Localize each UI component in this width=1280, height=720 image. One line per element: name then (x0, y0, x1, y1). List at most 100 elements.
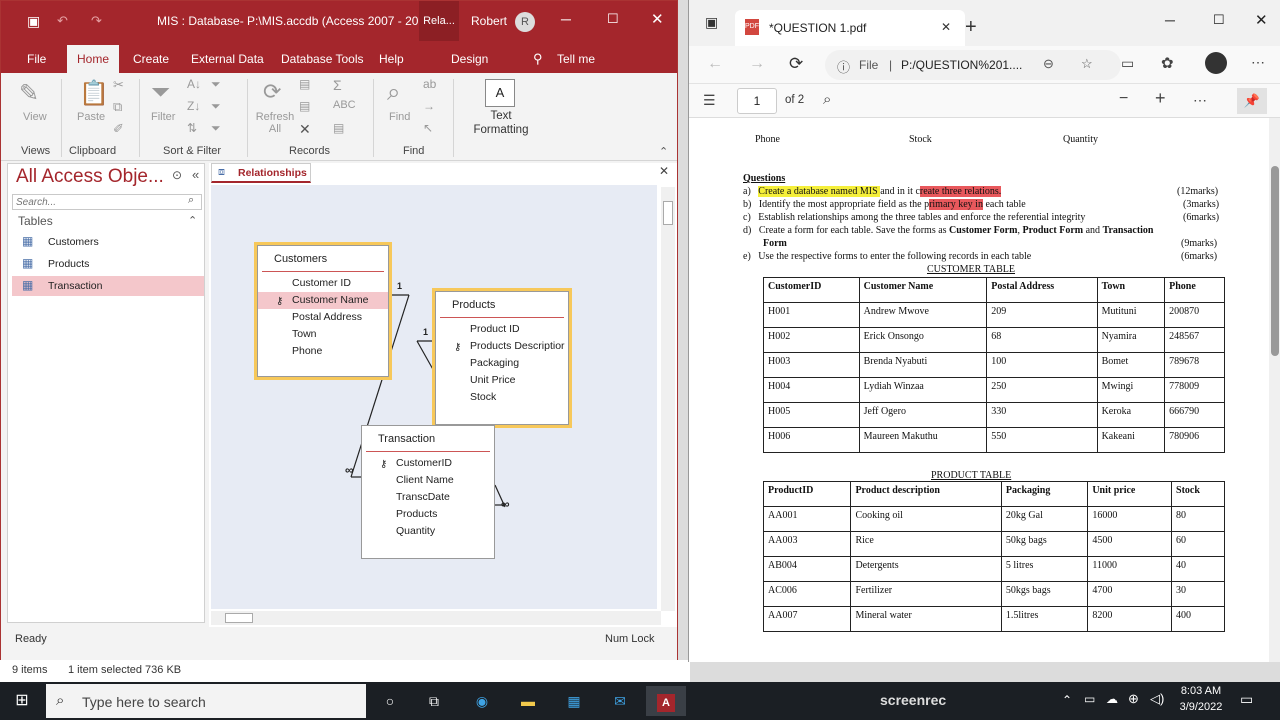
pdf-scrollbar[interactable] (1269, 118, 1280, 662)
table-customers[interactable]: Customers Customer ID ⚷ Customer Name Pos… (254, 242, 392, 380)
undo-icon[interactable]: ↶ (57, 13, 68, 29)
text-formatting-icon[interactable]: A (485, 79, 515, 107)
collapse-section-icon[interactable]: ⌃ (188, 214, 197, 227)
refresh-icon[interactable]: ⟳ (789, 54, 803, 74)
find-icon[interactable]: ⌕ (387, 79, 400, 107)
store-icon[interactable]: ▦ (554, 686, 594, 716)
tab-relationships[interactable]: ⧈ Relationships (211, 163, 311, 183)
remove-sort-icon[interactable]: ⇅ (187, 121, 197, 135)
field[interactable]: Client Name (362, 472, 494, 489)
more-icon[interactable]: ▤ (333, 121, 344, 135)
advanced-icon[interactable]: ⏷ (211, 99, 221, 114)
field[interactable]: Packaging (436, 355, 568, 372)
contents-icon[interactable]: ☰ (703, 92, 716, 109)
tab-home[interactable]: Home (67, 45, 120, 73)
close-icon[interactable]: ✕ (1255, 11, 1268, 29)
field[interactable]: Town (258, 326, 388, 343)
menu-icon[interactable]: ⋯ (1251, 54, 1265, 71)
close-tab-icon[interactable]: ✕ (941, 20, 951, 34)
selection-icon[interactable]: ⏷ (211, 77, 221, 92)
tell-me[interactable]: Tell me (557, 52, 595, 66)
maximize-icon[interactable]: ☐ (607, 11, 619, 27)
tab-external-data[interactable]: External Data (181, 45, 274, 73)
field[interactable]: Quantity (362, 523, 494, 540)
copy-icon[interactable]: ⧉ (113, 99, 122, 115)
task-view-icon[interactable]: ⧉ (414, 686, 454, 716)
collapse-ribbon-icon[interactable]: ⌃ (659, 145, 668, 158)
cut-icon[interactable]: ✂ (113, 77, 124, 93)
refresh-icon[interactable]: ⟳ (263, 79, 281, 105)
text-formatting-button[interactable]: Text Formatting (467, 109, 535, 137)
new-tab-icon[interactable]: + (965, 16, 977, 39)
paste-button[interactable]: Paste (77, 111, 105, 123)
toggle-filter-icon[interactable]: ⏷ (211, 121, 221, 136)
globe-icon[interactable]: ⊕ (1128, 691, 1139, 707)
zoom-in-icon[interactable]: + (1155, 88, 1166, 109)
tab-design[interactable]: Design (441, 45, 498, 73)
minimize-icon[interactable]: ─ (1165, 12, 1175, 28)
shutter-bar-icon[interactable]: « (192, 167, 199, 182)
tab-help[interactable]: Help (369, 45, 414, 73)
minimize-icon[interactable]: ─ (561, 11, 571, 27)
field[interactable]: Phone (258, 343, 388, 360)
clock-time[interactable]: 8:03 AM (1178, 685, 1224, 697)
favorite-icon[interactable]: ☆ (1081, 56, 1093, 72)
view-icon[interactable]: ✎ (19, 79, 39, 108)
field[interactable]: Postal Address (258, 309, 388, 326)
back-icon[interactable]: ← (707, 55, 723, 73)
avatar[interactable]: R (515, 12, 535, 32)
tab-file[interactable]: File (17, 45, 56, 73)
table-transaction[interactable]: Transaction ⚷ CustomerID Client Name Tran… (361, 425, 495, 559)
nav-item-transaction[interactable]: ▦ Transaction (12, 276, 204, 296)
nav-item-products[interactable]: ▦ Products (12, 254, 202, 274)
zoom-out-icon[interactable]: − (1119, 90, 1128, 108)
delete-icon[interactable]: ✕ (299, 121, 311, 138)
forward-icon[interactable]: → (749, 55, 765, 73)
field-selected[interactable]: ⚷ Customer Name (258, 292, 388, 309)
onedrive-icon[interactable]: ☁ (1106, 692, 1118, 706)
nav-section-tables[interactable]: Tables (18, 214, 53, 228)
filter-icon[interactable]: ⏷ (151, 79, 170, 107)
maximize-icon[interactable]: ☐ (1213, 12, 1225, 28)
redo-icon[interactable]: ↷ (91, 13, 102, 29)
close-icon[interactable]: ✕ (651, 10, 664, 28)
tab-actions-icon[interactable]: ▣ (705, 14, 718, 31)
profile-avatar[interactable] (1205, 52, 1227, 74)
clock-date[interactable]: 3/9/2022 (1176, 701, 1226, 713)
paste-icon[interactable]: 📋 (79, 79, 109, 108)
access-app-icon[interactable]: A (646, 686, 686, 716)
field[interactable]: Stock (436, 389, 568, 406)
collections-icon[interactable]: ▭ (1121, 55, 1134, 72)
format-painter-icon[interactable]: ✐ (113, 121, 124, 137)
network-icon[interactable]: ▭ (1084, 692, 1095, 706)
zoom-icon[interactable]: ⊖ (1043, 56, 1054, 72)
close-relationships-icon[interactable]: ✕ (659, 164, 669, 178)
field[interactable]: ⚷ Products Descriptior (436, 338, 568, 355)
new-record-icon[interactable]: ▤ (299, 77, 310, 91)
pin-icon[interactable]: 📌 (1237, 88, 1267, 114)
sort-asc-icon[interactable]: A↓ (187, 77, 201, 91)
nav-item-customers[interactable]: ▦ Customers (12, 232, 202, 252)
search-icon[interactable]: ⌕ (823, 91, 831, 108)
field[interactable]: Product ID (436, 321, 568, 338)
find-button[interactable]: Find (389, 111, 410, 123)
view-button[interactable]: View (23, 111, 47, 123)
browser-tab[interactable]: PDF *QUESTION 1.pdf ✕ (735, 10, 965, 46)
nav-title[interactable]: All Access Obje... (16, 166, 164, 188)
taskbar-search[interactable]: ⌕ Type here to search (46, 684, 366, 718)
notifications-icon[interactable]: ▭ (1240, 691, 1253, 708)
goto-icon[interactable]: → (423, 99, 435, 113)
windows-start-icon[interactable]: ⊞ (2, 686, 42, 716)
page-number-input[interactable]: 1 (737, 88, 777, 114)
cortana-icon[interactable]: ○ (370, 686, 410, 716)
save-icon[interactable]: ▣ (27, 13, 40, 30)
field[interactable]: Customer ID (258, 275, 388, 292)
field[interactable]: Unit Price (436, 372, 568, 389)
mail-icon[interactable]: ✉ (600, 686, 640, 716)
filter-button[interactable]: Filter (151, 111, 175, 123)
tray-chevron-icon[interactable]: ⌃ (1062, 693, 1072, 707)
relationships-canvas[interactable]: 1 1 ∞ ∞ Customers Customer ID ⚷ Customer … (211, 185, 657, 609)
volume-icon[interactable]: ◁) (1150, 691, 1164, 707)
select-icon[interactable]: ↖ (423, 121, 433, 135)
nav-menu-icon[interactable]: ⊙ (172, 168, 182, 182)
